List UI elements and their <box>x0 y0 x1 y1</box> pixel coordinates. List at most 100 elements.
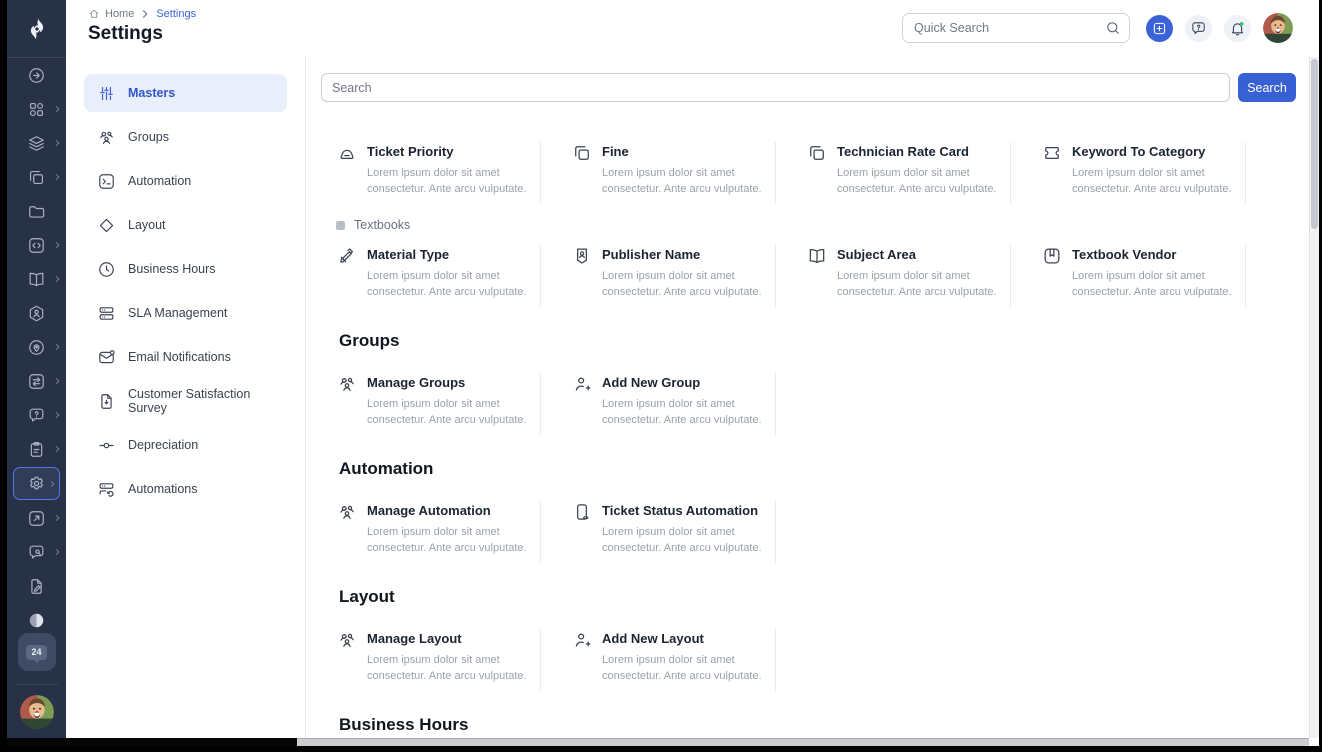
settings-nav-item-automation[interactable]: Automation <box>84 162 287 200</box>
rail-item-location-circle[interactable] <box>7 330 66 364</box>
card-description: Lorem ipsum dolor sit amet consectetur. … <box>367 396 540 429</box>
sidebar-avatar[interactable] <box>20 695 54 729</box>
card-title: Fine <box>602 142 775 160</box>
card-fine[interactable]: FineLorem ipsum dolor sit amet consectet… <box>541 142 776 204</box>
rail-item-contrast[interactable] <box>7 603 66 637</box>
rail-item-file-pen[interactable] <box>7 569 66 603</box>
card-ticket-priority[interactable]: Ticket PriorityLorem ipsum dolor sit ame… <box>306 142 541 204</box>
code-square-icon <box>27 236 46 255</box>
external-link-square-icon <box>27 509 46 528</box>
users-icon <box>97 128 116 147</box>
users-icon <box>337 374 357 394</box>
rail-item-copy-pages[interactable] <box>7 160 66 194</box>
settings-nav-label: Email Notifications <box>128 350 231 364</box>
card-description: Lorem ipsum dolor sit amet consectetur. … <box>837 165 1010 198</box>
card-add-new-group[interactable]: Add New GroupLorem ipsum dolor sit amet … <box>541 373 776 435</box>
card-title: Manage Automation <box>367 501 540 519</box>
card-subject-area[interactable]: Subject AreaLorem ipsum dolor sit amet c… <box>776 245 1011 307</box>
rail-item-gear[interactable] <box>13 467 60 500</box>
rail-item-code-square[interactable] <box>7 228 66 262</box>
card-textbook-vendor[interactable]: Textbook Vendor Lorem ipsum dolor sit ame… <box>1011 245 1246 307</box>
user-avatar[interactable] <box>1263 13 1293 43</box>
rail-item-clipboard[interactable] <box>7 432 66 466</box>
card-ticket-status-automation[interactable]: Ticket Status AutomationLorem ipsum dolo… <box>541 501 776 563</box>
rail-item-folder[interactable] <box>7 194 66 228</box>
app-window: 24 Home Settings Settings <box>7 0 1319 746</box>
horizontal-scrollbar[interactable] <box>297 738 1309 746</box>
file-download-icon <box>97 392 116 411</box>
settings-nav-item-groups[interactable]: Groups <box>84 118 287 156</box>
settings-nav-label: Groups <box>128 130 169 144</box>
settings-nav-item-customer-satisfaction-survey[interactable]: Customer Satisfaction Survey <box>84 382 287 420</box>
vertical-scrollbar-thumb[interactable] <box>1311 59 1318 229</box>
search-button[interactable]: Search <box>1238 73 1296 102</box>
settings-nav-item-email-notifications[interactable]: Email Notifications <box>84 338 287 376</box>
folder-icon <box>27 202 46 221</box>
settings-nav-item-sla-management[interactable]: SLA Management <box>84 294 287 332</box>
chevron-right-icon <box>53 105 62 114</box>
card-technician-rate-card[interactable]: Technician Rate CardLorem ipsum dolor si… <box>776 142 1011 204</box>
book-open-icon <box>807 246 827 266</box>
rail-item-layers[interactable] <box>7 126 66 160</box>
cards-row: Manage LayoutLorem ipsum dolor sit amet … <box>306 629 1309 691</box>
card-add-new-layout[interactable]: Add New LayoutLorem ipsum dolor sit amet… <box>541 629 776 691</box>
window-bottom-edge <box>7 738 297 746</box>
book-open-icon <box>27 270 46 289</box>
copy-pages-icon <box>27 168 46 187</box>
settings-nav-item-business-hours[interactable]: Business Hours <box>84 250 287 288</box>
settings-nav-item-depreciation[interactable]: Depreciation <box>84 426 287 464</box>
rail-item-book-open[interactable] <box>7 262 66 296</box>
card-description: Lorem ipsum dolor sit amet consectetur. … <box>1072 268 1245 301</box>
settings-nav-item-automations[interactable]: Automations <box>84 470 287 508</box>
card-title: Manage Groups <box>367 373 540 391</box>
rail-item-swap-square[interactable] <box>7 364 66 398</box>
arrow-circle-right-icon <box>27 66 46 85</box>
settings-nav: Masters Groups Automation Layout Business Ho… <box>66 57 306 738</box>
rail-item-hexagon-user[interactable] <box>7 296 66 330</box>
card-description: Lorem ipsum dolor sit amet consectetur. … <box>602 268 775 301</box>
search-icon <box>1104 19 1122 37</box>
rail-item-chat-question[interactable] <box>7 398 66 432</box>
settings-nav-item-layout[interactable]: Layout <box>84 206 287 244</box>
rail-item-apps-grid[interactable] <box>7 92 66 126</box>
bag-minus-icon <box>337 143 357 163</box>
card-keyword-to-category[interactable]: Keyword To CategoryLorem ipsum dolor sit… <box>1011 142 1246 204</box>
settings-nav-label: Automation <box>128 174 191 188</box>
card-publisher-name[interactable]: Publisher NameLorem ipsum dolor sit amet… <box>541 245 776 307</box>
vertical-scrollbar[interactable] <box>1309 57 1319 738</box>
settings-nav-label: SLA Management <box>128 306 227 320</box>
bookmark-square-icon <box>1042 246 1062 266</box>
chevron-right-icon <box>53 275 62 284</box>
avatar-image-icon <box>20 695 54 729</box>
notifications-button[interactable] <box>1224 15 1251 42</box>
apps-grid-icon <box>27 100 46 119</box>
cards-row: Manage AutomationLorem ipsum dolor sit a… <box>306 501 1309 563</box>
card-description: Lorem ipsum dolor sit amet consectetur. … <box>367 652 540 685</box>
settings-nav-label: Depreciation <box>128 438 198 452</box>
rail-item-chat-search[interactable] <box>7 535 66 569</box>
count-badge[interactable]: 24 <box>18 633 56 671</box>
help-button[interactable] <box>1185 15 1212 42</box>
card-material-type[interactable]: Material TypeLorem ipsum dolor sit amet … <box>306 245 541 307</box>
terminal-square-icon <box>97 172 116 191</box>
card-manage-groups[interactable]: Manage Groups Lorem ipsum dolor sit amet … <box>306 373 541 435</box>
card-title: Textbook Vendor <box>1072 245 1245 263</box>
mail-dot-icon <box>97 348 116 367</box>
breadcrumb-current[interactable]: Settings <box>156 8 196 20</box>
card-manage-automation[interactable]: Manage AutomationLorem ipsum dolor sit a… <box>306 501 541 563</box>
section-heading-automation: Automation <box>339 459 1309 479</box>
add-new-button[interactable] <box>1146 15 1173 42</box>
breadcrumb-home[interactable]: Home <box>105 8 134 20</box>
search-input[interactable] <box>321 73 1230 102</box>
logo-icon <box>25 17 49 41</box>
pen-ruler-icon <box>337 246 357 266</box>
rail-item-external-link-square[interactable] <box>7 501 66 535</box>
settings-nav-item-masters[interactable]: Masters <box>84 74 287 112</box>
card-manage-layout[interactable]: Manage LayoutLorem ipsum dolor sit amet … <box>306 629 541 691</box>
home-icon <box>88 8 100 20</box>
settings-nav-label: Masters <box>128 86 175 100</box>
quick-search-input[interactable] <box>903 14 1129 42</box>
hexagon-user-icon <box>27 304 46 323</box>
app-logo[interactable] <box>7 0 66 58</box>
rail-item-arrow-circle-right[interactable] <box>7 58 66 92</box>
